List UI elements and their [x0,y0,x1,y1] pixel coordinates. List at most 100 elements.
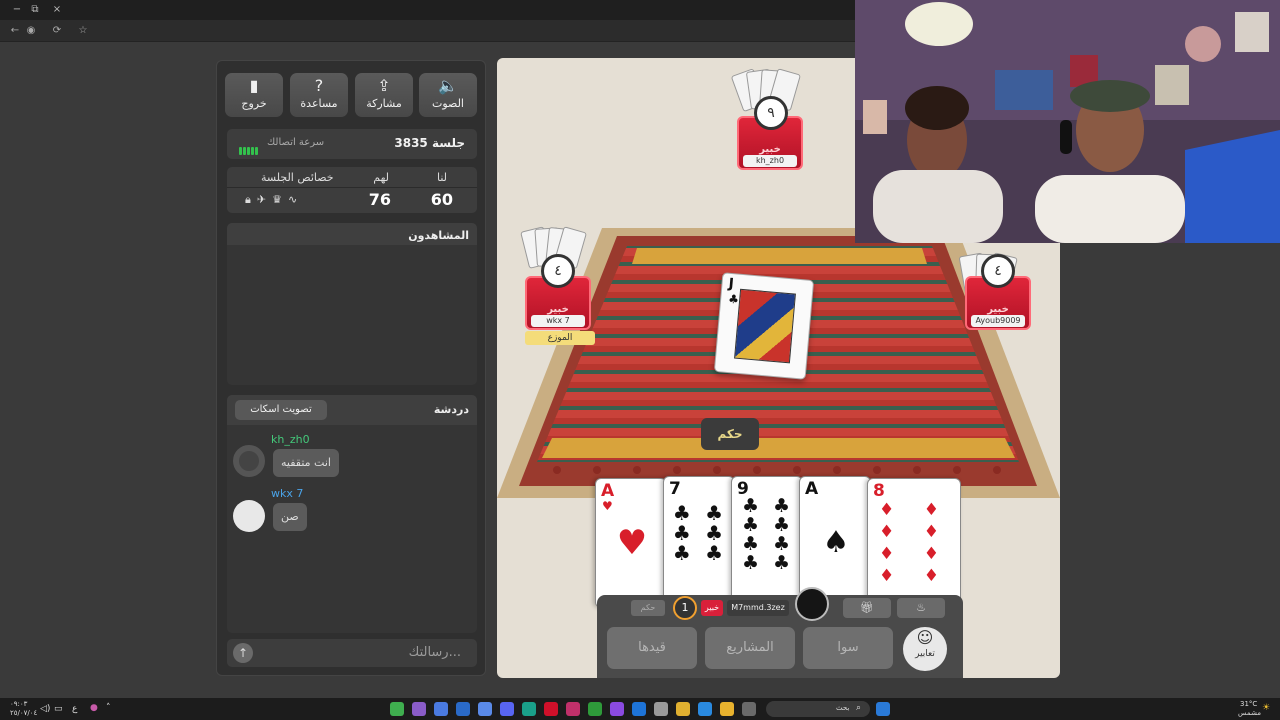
my-player-name: M7mmd.3zez [727,600,789,616]
viewers-title: المشاهدون [408,229,469,242]
played-card: J ♣ [713,272,815,380]
qaydha-button[interactable]: قيدها [607,627,697,669]
help-button[interactable]: ? مساعدة [290,73,348,117]
chat-title: دردشة [433,403,469,416]
chat-username[interactable]: wkx 7 [271,487,303,500]
app-icon[interactable] [654,702,668,716]
app-icon[interactable] [412,702,426,716]
avatar[interactable] [233,445,265,477]
avatar[interactable] [233,500,265,532]
session-info: سرعة اتصالك جلسة 3835 [227,129,477,159]
handshake-icon: ∿ [287,193,304,206]
divider [227,187,477,188]
player-name: wkx 7 [531,315,585,327]
start-icon[interactable] [876,702,890,716]
netflix-icon[interactable] [544,702,558,716]
weather-desc: مشمس [1238,709,1261,717]
turn-timer: ٩ [754,96,788,130]
hand-card[interactable]: A ♥ ♥ [595,478,667,608]
club-icon: ♣ ♣ ♣ ♣ ♣ ♣ [672,501,728,565]
session-properties-label: خصائص الجلسة [261,171,334,184]
clock-time: ٠٩:٠٣ [10,700,28,708]
share-button[interactable]: ⇪ مشاركة [355,73,413,117]
reload-icon[interactable]: ⟳ [50,24,64,38]
weather-temp: 31°C [1240,700,1258,708]
card-rank: A [805,479,819,499]
volume-icon[interactable]: ◁) [40,704,50,714]
exit-label: خروج [241,97,267,110]
fire-icon[interactable]: ♨ [897,598,945,618]
xbox-icon[interactable] [588,702,602,716]
heart-icon: ♥ [602,499,613,513]
hand-card[interactable]: 9 ♣ ♣ ♣ ♣ ♣ ♣ ♣ ♣ [731,476,803,606]
network-icon[interactable]: ▭ [54,704,63,714]
card-rank: A [601,481,615,501]
my-avatar[interactable] [795,587,829,621]
app-icon[interactable] [610,702,624,716]
app-icon[interactable] [566,702,580,716]
card-rank: J [727,275,735,293]
chrome-icon[interactable] [720,702,734,716]
clock-date: ٢٥/٠٧/٠٤ [10,709,38,717]
minimize-icon[interactable]: − [10,3,24,17]
hand-card[interactable]: 8 ♦ ♦ ♦ ♦ ♦ ♦ ♦ ♦ [867,478,961,608]
lock-icon: 🔒︎ [245,193,257,206]
our-score-label: لنا [436,171,447,184]
site-icon[interactable]: ◉ [24,24,38,38]
webcam-overlay [855,0,1280,243]
session-side-panel: ▮ خروج ? مساعدة ⇪ مشاركة 🔈 الصوت سرعة ات… [216,60,486,676]
sound-button[interactable]: 🔈 الصوت [419,73,477,117]
chat-username[interactable]: kh_zh0 [271,433,310,446]
restore-icon[interactable]: ⧉ [28,3,42,17]
signal-strength-icon [239,140,263,155]
hand-card[interactable]: 7 ♣ ♣ ♣ ♣ ♣ ♣ [663,476,735,606]
file-explorer-icon[interactable] [676,702,690,716]
chat-input[interactable]: ↑ رسالتك... [227,639,477,667]
viewers-box: المشاهدون [227,223,477,385]
tray-chevron-icon[interactable]: ˄ [106,703,111,713]
our-score-value: 60 [430,190,453,209]
language-indicator[interactable]: ع [72,704,77,714]
their-score-label: لهم [373,171,389,184]
app-icon[interactable] [478,702,492,716]
search-icon: ⌕ [856,703,862,713]
task-view-icon[interactable] [742,702,756,716]
discord-icon[interactable] [500,702,514,716]
exit-button[interactable]: ▮ خروج [225,73,283,117]
score-board: لنا لهم خصائص الجلسة 60 76 🔒︎✈︎♛∿ [227,167,477,213]
sun-icon[interactable]: ☀ [1262,703,1270,713]
my-bid-badge: حكم [631,600,665,616]
mute-vote-button[interactable]: تصويت اسكات [235,400,327,420]
round-badge: 1 [673,596,697,620]
app-icon[interactable] [632,702,646,716]
back-icon[interactable]: ← [8,24,22,38]
app-icon[interactable] [522,702,536,716]
bookmark-star-icon[interactable]: ☆ [76,24,90,38]
close-icon[interactable]: × [50,3,64,17]
help-icon: ? [314,76,324,95]
app-icon[interactable] [390,702,404,716]
spade-icon: ♠ [822,525,850,560]
mic-icon[interactable]: ● [90,703,98,713]
turn-timer: ٤ [981,254,1015,288]
app-icon[interactable] [434,702,448,716]
sawa-button[interactable]: سوا [803,627,893,669]
player-name: Ayoub9009 [971,315,1025,327]
speaker-mute-icon: 🔈 [438,76,458,95]
club-icon: ♣ ♣ ♣ ♣ ♣ ♣ ♣ ♣ [741,495,795,574]
projects-button[interactable]: المشاريع [705,627,795,669]
exit-icon: ▮ [249,76,259,95]
heart-icon: ♥ [616,523,648,563]
help-label: مساعدة [300,97,338,110]
chat-box: تصويت اسكات دردشة kh_zh0 انت متقفيه wkx … [227,395,477,633]
edge-icon[interactable] [698,702,712,716]
chat-input-placeholder: رسالتك... [408,645,461,660]
taskbar-search[interactable]: بحث ⌕ [766,701,870,717]
session-title: جلسة 3835 [394,136,465,150]
app-icon[interactable] [456,702,470,716]
send-arrow-icon[interactable]: ↑ [233,643,253,663]
card-rank: 8 [873,481,885,501]
gift-icon[interactable]: 🎁︎ [843,598,891,618]
sound-label: الصوت [432,97,464,110]
expressions-button[interactable]: ☺ تعابير [903,627,947,671]
